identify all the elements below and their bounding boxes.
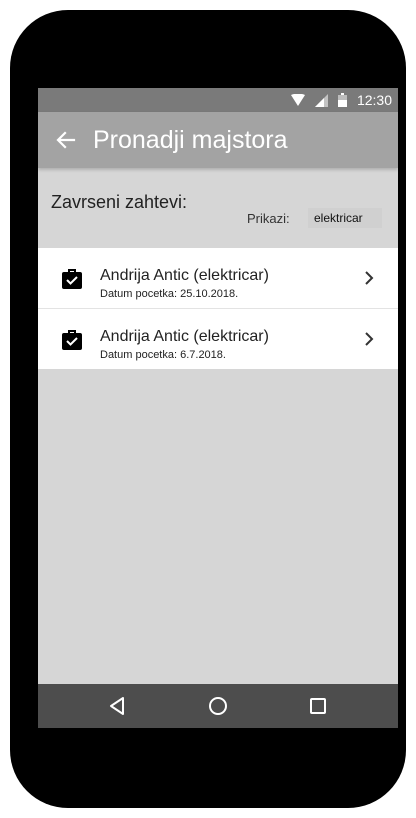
arrow-left-icon xyxy=(56,131,76,149)
chevron-right-icon xyxy=(365,271,374,285)
item-title: Andrija Antic (elektricar) xyxy=(100,267,269,284)
triangle-back-icon[interactable] xyxy=(107,695,129,717)
battery-icon xyxy=(337,93,347,107)
navigation-bar xyxy=(38,684,398,728)
item-title: Andrija Antic (elektricar) xyxy=(100,328,269,345)
item-subtitle: Datum pocetka: 25.10.2018. xyxy=(100,288,239,300)
status-bar: 12:30 xyxy=(38,88,398,112)
briefcase-check-icon xyxy=(62,269,82,289)
list-item[interactable]: Andrija Antic (elektricar) Datum pocetka… xyxy=(38,309,398,369)
item-subtitle: Datum pocetka: 6.7.2018. xyxy=(100,349,226,361)
chevron-right-icon xyxy=(365,332,374,346)
square-recents-icon[interactable] xyxy=(307,695,329,717)
circle-home-icon[interactable] xyxy=(207,695,229,717)
signal-icon xyxy=(314,93,328,107)
section-title: Zavrseni zahtevi: xyxy=(51,192,188,212)
briefcase-check-icon xyxy=(62,330,82,350)
list-item[interactable]: Andrija Antic (elektricar) Datum pocetka… xyxy=(38,248,398,309)
screen: 12:30 Pronadji majstora Zavrseni zahtevi… xyxy=(38,88,398,728)
status-time: 12:30 xyxy=(356,92,392,108)
phone-frame: 12:30 Pronadji majstora Zavrseni zahtevi… xyxy=(10,10,406,808)
wifi-icon xyxy=(290,94,305,106)
request-list: Andrija Antic (elektricar) Datum pocetka… xyxy=(38,248,398,369)
app-bar: Pronadji majstora xyxy=(38,112,398,168)
app-title: Pronadji majstora xyxy=(93,126,288,154)
filter-select[interactable]: elektricar xyxy=(308,208,382,228)
filter-label: Prikazi: xyxy=(247,211,290,226)
back-button[interactable] xyxy=(52,126,80,154)
